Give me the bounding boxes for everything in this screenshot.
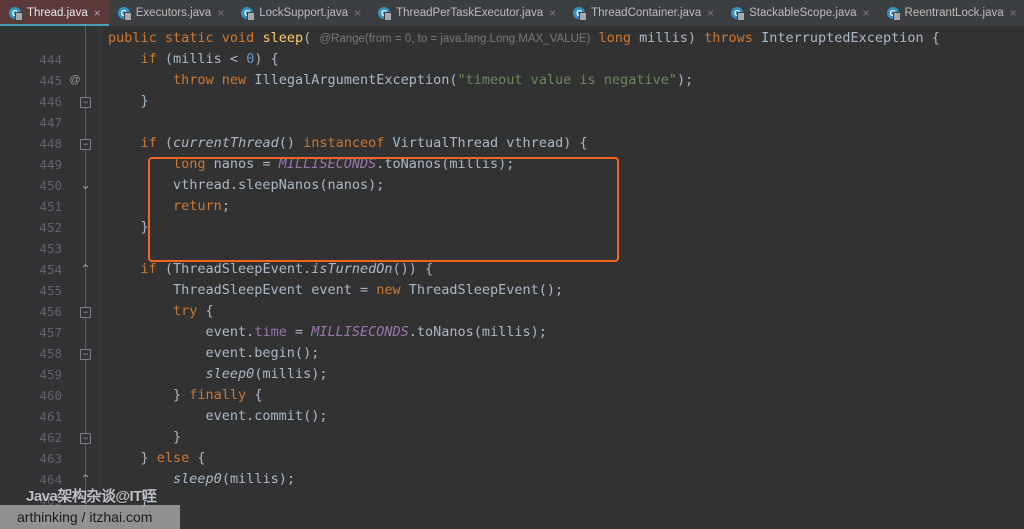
editor-lines: 444 @ ⌄ public static void sleep( @Range… [0, 26, 1024, 529]
code-line[interactable]: 461 − } finally { [0, 385, 1024, 444]
code-line[interactable]: 448 [0, 112, 1024, 151]
close-icon[interactable]: × [93, 7, 102, 19]
code-line[interactable]: 447 − } [0, 91, 1024, 150]
java-class-icon: C [378, 6, 393, 21]
editor-tab-threadpertaskexecutor-java[interactable]: C ThreadPerTaskExecutor.java × [369, 0, 564, 26]
code-text: event.begin(); [108, 345, 320, 361]
close-icon[interactable]: × [706, 7, 715, 19]
code-line[interactable]: 458 event.time = MILLISECONDS.toNanos(mi… [0, 322, 1024, 361]
tab-label: LockSupport.java [259, 7, 349, 19]
editor-tab-threadcontainer-java[interactable]: C ThreadContainer.java × [564, 0, 722, 26]
close-icon[interactable]: × [353, 7, 362, 19]
java-class-icon: C [886, 6, 901, 21]
tab-label: Executors.java [135, 7, 212, 19]
code-line[interactable]: 451 vthread.sleepNanos(nanos); [0, 175, 1024, 214]
java-class-icon: C [573, 6, 588, 21]
java-class-icon: C [9, 6, 23, 21]
editor-tab-executors-java[interactable]: C Executors.java × [109, 0, 232, 26]
code-text: ThreadSleepEvent event = new ThreadSleep… [108, 282, 564, 298]
tab-label: ThreadPerTaskExecutor.java [396, 7, 544, 19]
editor-tab-thread-java[interactable]: C Thread.java × [0, 0, 109, 26]
code-text: if (millis < 0) { [140, 51, 279, 67]
code-line[interactable]: 453 ⌃ } [0, 217, 1024, 276]
close-icon[interactable]: × [1009, 7, 1018, 19]
code-text: try { [173, 303, 214, 319]
code-line[interactable]: 457 − try { [0, 301, 1024, 360]
tab-label: ReentrantLock.java [904, 7, 1004, 19]
java-class-icon: C [117, 6, 132, 21]
tab-label: Thread.java [27, 7, 88, 19]
code-line[interactable]: 464 ⌄ } else { [0, 448, 1024, 507]
code-line[interactable]: 449 ⌄ if (currentThread() instanceof Vir… [0, 133, 1024, 192]
close-icon[interactable]: × [862, 7, 871, 19]
code-line[interactable]: 455 − if (ThreadSleepEvent.isTurnedOn())… [0, 259, 1024, 318]
code-text: } [108, 429, 182, 445]
watermark-chinese: Java架构杂谈@IT咥 [26, 488, 157, 505]
code-text: sleep0(millis); [205, 366, 328, 382]
code-text: public static void sleep( @Range(from = … [108, 30, 940, 46]
code-line[interactable]: 462 event.commit(); [0, 406, 1024, 445]
tab-label: StackableScope.java [749, 7, 857, 19]
editor-tab-stackablescope-java[interactable]: C StackableScope.java × [722, 0, 877, 26]
editor-tab-reentrantlock-java[interactable]: C ReentrantLock.java × [878, 0, 1024, 26]
code-line[interactable]: 452 return; [0, 196, 1024, 235]
code-line[interactable]: 463 ⌃ } [0, 427, 1024, 486]
code-text: if (ThreadSleepEvent.isTurnedOn()) { [140, 261, 434, 277]
code-line[interactable]: 454 [0, 238, 1024, 277]
code-text: } finally { [108, 387, 263, 403]
code-editor[interactable]: 444 @ ⌄ public static void sleep( @Range… [0, 26, 1024, 529]
code-text: long nanos = MILLISECONDS.toNanos(millis… [173, 156, 515, 172]
code-line[interactable]: 459 event.begin(); [0, 343, 1024, 382]
code-text: throw new IllegalArgumentException("time… [173, 72, 694, 88]
code-line[interactable]: 456 ThreadSleepEvent event = new ThreadS… [0, 280, 1024, 319]
close-icon[interactable]: × [216, 7, 225, 19]
code-text: vthread.sleepNanos(nanos); [108, 177, 385, 193]
code-text: } else { [108, 450, 206, 466]
code-text: if (currentThread() instanceof VirtualTh… [140, 135, 588, 151]
code-text: } [108, 93, 149, 109]
code-line[interactable]: 460 sleep0(millis); [0, 364, 1024, 403]
close-icon[interactable]: × [548, 7, 557, 19]
code-line[interactable]: 445 − if (millis < 0) { [0, 49, 1024, 108]
code-text: event.commit(); [108, 408, 328, 424]
watermark-english: arthinking / itzhai.com [17, 509, 153, 525]
editor-tab-locksupport-java[interactable]: C LockSupport.java × [232, 0, 369, 26]
editor-tab-bar: C Thread.java × C Executors.java × C Loc… [0, 0, 1024, 26]
java-class-icon: C [241, 6, 256, 21]
code-line[interactable]: 444 @ ⌄ public static void sleep( @Range… [0, 28, 1024, 108]
code-text: event.time = MILLISECONDS.toNanos(millis… [108, 324, 547, 340]
java-class-icon: C [731, 6, 746, 21]
code-text: return; [173, 198, 230, 214]
ide-window: C Thread.java × C Executors.java × C Loc… [0, 0, 1024, 529]
code-line[interactable]: 450 long nanos = MILLISECONDS.toNanos(mi… [0, 154, 1024, 193]
tab-label: ThreadContainer.java [591, 7, 702, 19]
code-text: } [108, 219, 149, 235]
code-line[interactable]: 446 throw new IllegalArgumentException("… [0, 70, 1024, 109]
